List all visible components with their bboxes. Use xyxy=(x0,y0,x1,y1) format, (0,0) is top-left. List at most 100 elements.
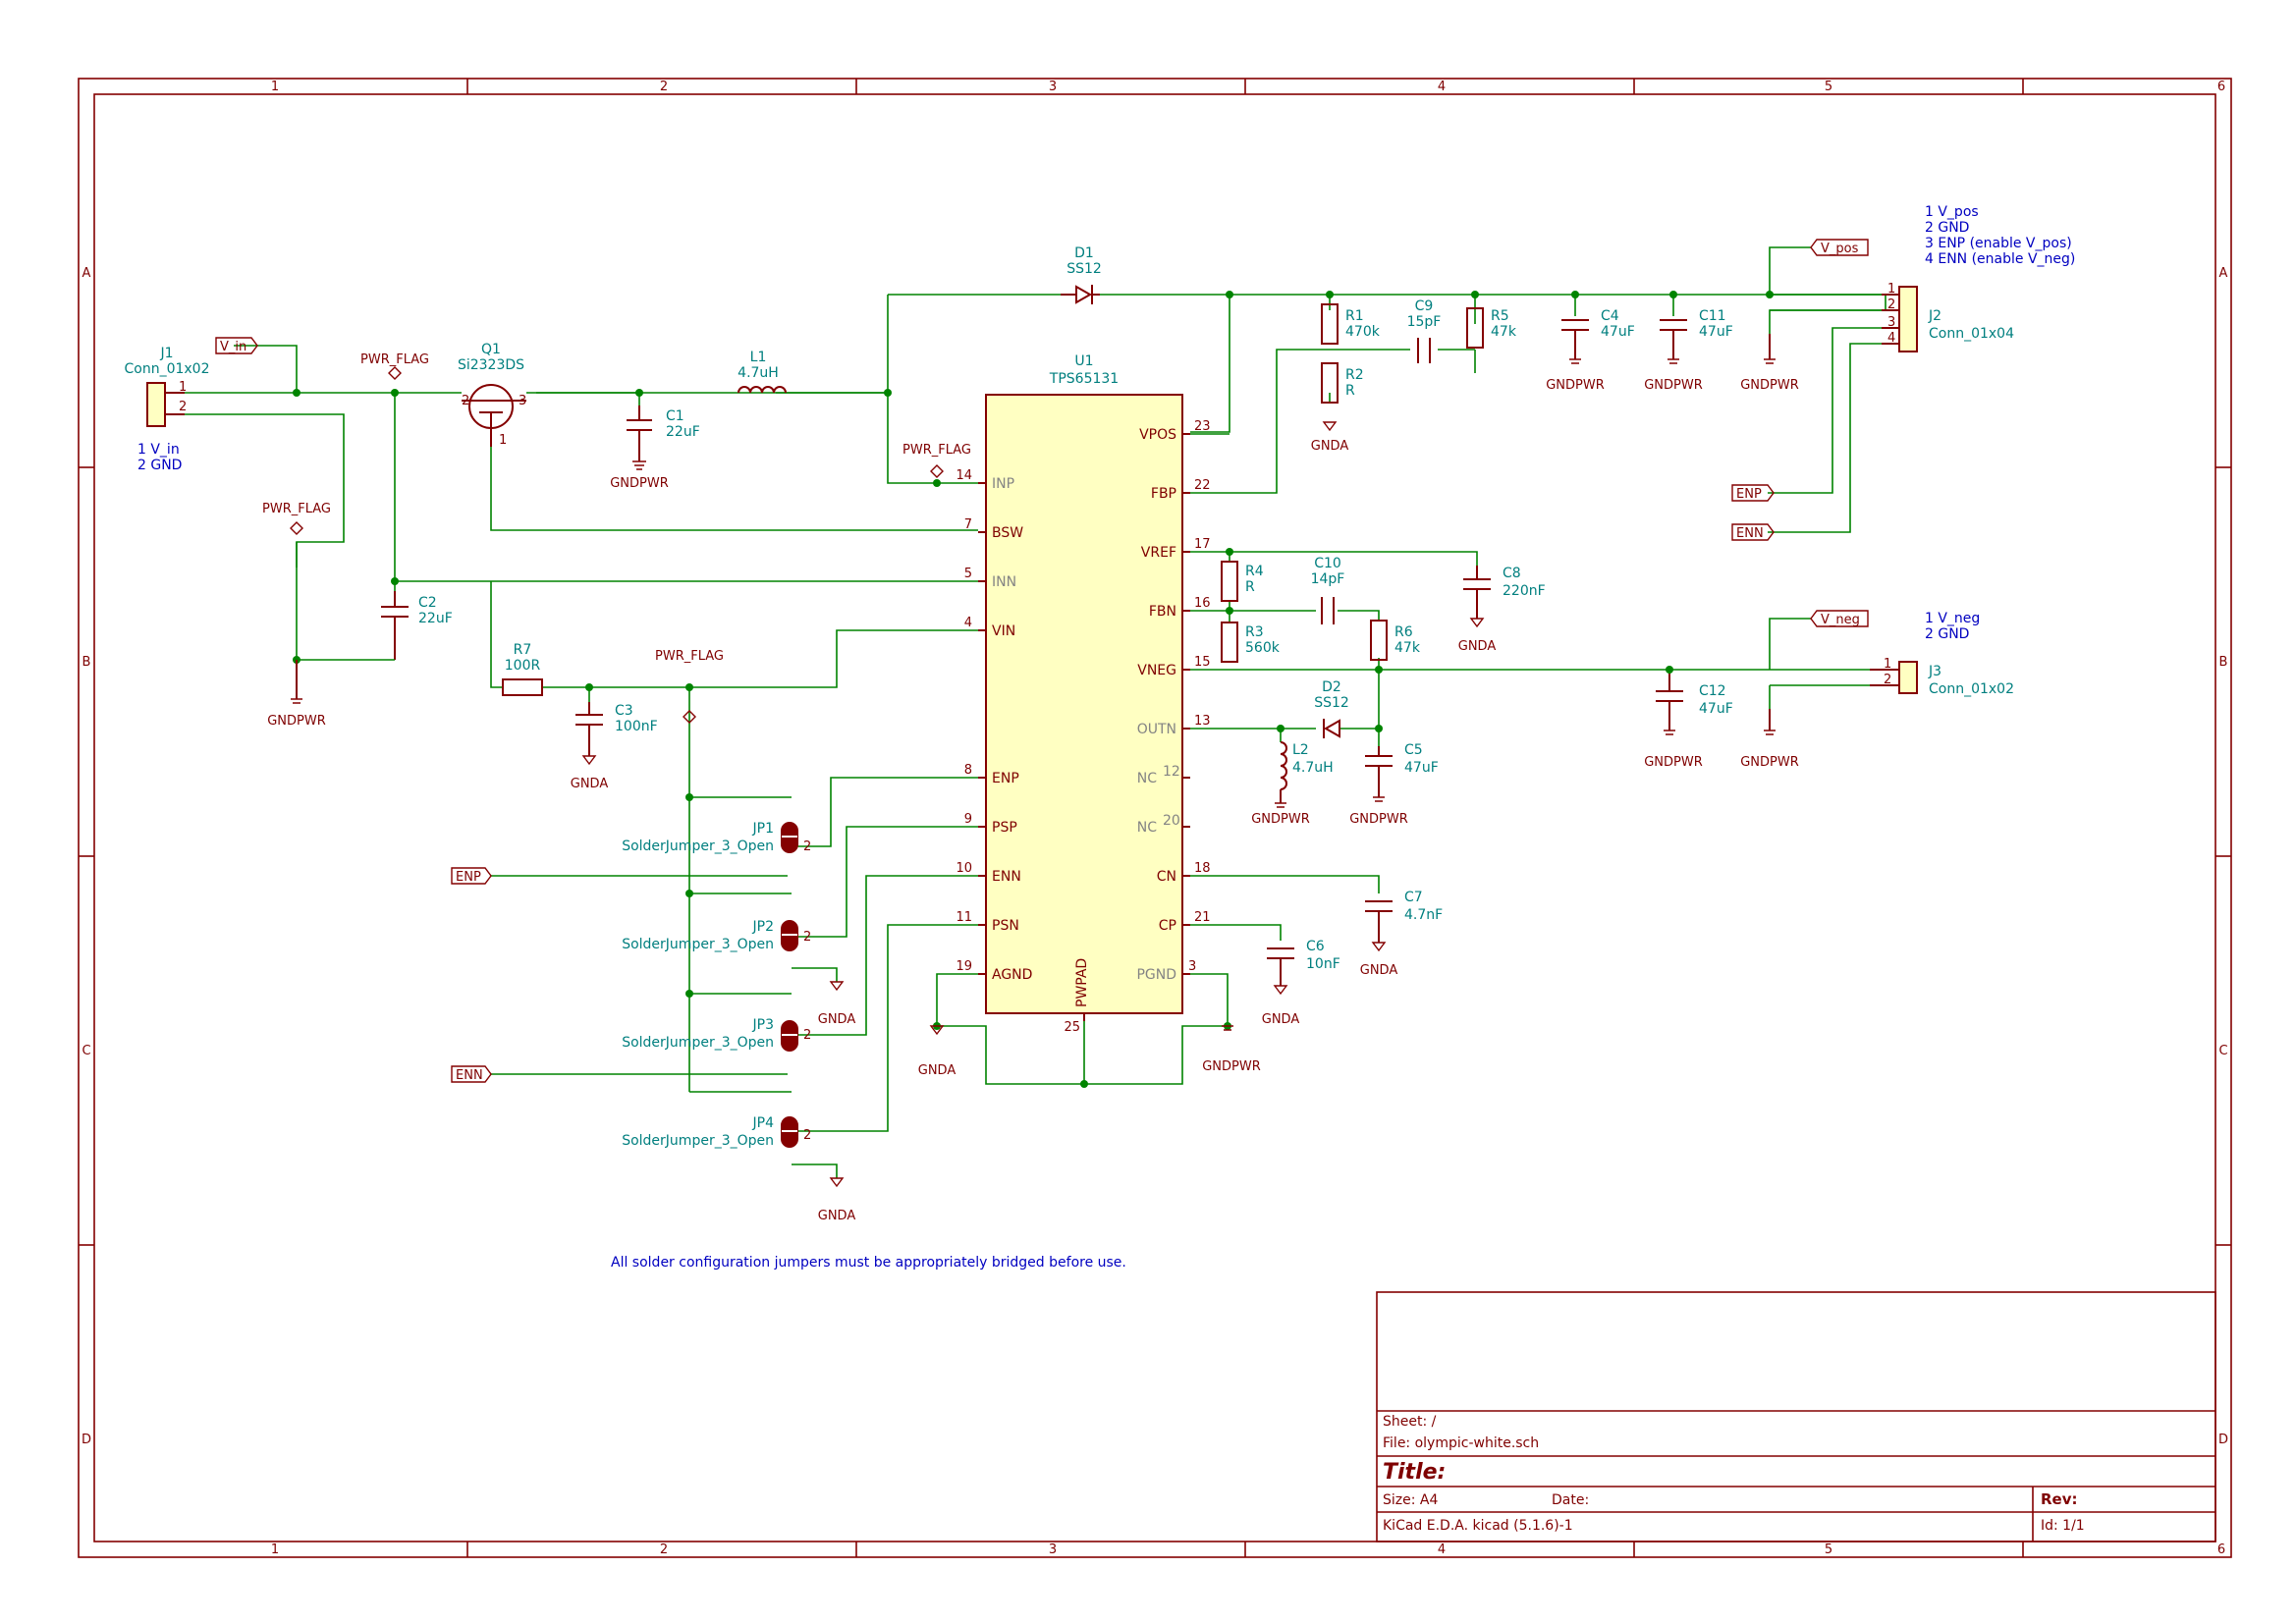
label-v-neg: V_neg xyxy=(1810,610,1869,627)
title-block: Sheet: / File: olympic-white.sch Title: … xyxy=(1376,1291,2216,1542)
title-block-rev: Rev: xyxy=(2041,1490,2078,1508)
j1-pin-2: 2 xyxy=(179,400,187,414)
jp2-pin-2: 2 xyxy=(803,930,811,945)
schematic-sheet: 1 2 3 4 5 6 1 2 3 4 5 6 A B C D A B C D xyxy=(78,78,2232,1558)
r3-value: 560k xyxy=(1245,640,1281,656)
c2-ref: C2 xyxy=(418,595,437,611)
r5-ref: R5 xyxy=(1491,308,1509,324)
jp1-ref: JP1 xyxy=(752,821,774,837)
d2-value: SS12 xyxy=(1314,695,1349,711)
label-enn-right: ENN xyxy=(1731,523,1775,541)
frame-row-a-right: A xyxy=(2219,266,2228,281)
u1-pin-9-num: 9 xyxy=(964,812,972,827)
gnd-pgnd: GNDPWR xyxy=(1202,1059,1261,1074)
l2-ref: L2 xyxy=(1292,742,1309,758)
d2-ref: D2 xyxy=(1322,679,1341,695)
title-block-title: Title: xyxy=(1383,1460,1446,1485)
c9-ref: C9 xyxy=(1415,298,1434,314)
c1-ref: C1 xyxy=(666,408,684,424)
j2-desc-2: 2 GND xyxy=(1925,220,1969,236)
r7-value: 100R xyxy=(505,658,541,674)
label-v-pos-text: V_pos xyxy=(1821,242,1859,256)
connector-j1: J1 Conn_01x02 1 2 1 V_in 2 GND xyxy=(124,346,209,473)
c3-gnd: GNDA xyxy=(571,777,609,791)
title-block-id: Id: 1/1 xyxy=(2041,1518,2085,1534)
title-block-date: Date: xyxy=(1552,1492,1589,1508)
j1-desc-1: 1 V_in xyxy=(137,442,180,458)
inductor-l2: L2 4.7uH GNDPWR xyxy=(1251,741,1334,827)
u1-pin-14-name: INP xyxy=(992,476,1014,492)
c5-value: 47uF xyxy=(1404,760,1439,776)
u1-pin-4-name: VIN xyxy=(992,623,1015,639)
jp3-ref: JP3 xyxy=(752,1017,774,1033)
frame-col-4-bottom: 4 xyxy=(1438,1542,1446,1557)
frame-col-6-bottom: 6 xyxy=(2217,1542,2225,1557)
c10-value: 14pF xyxy=(1311,571,1345,587)
u1-ref: U1 xyxy=(1074,353,1093,369)
title-block-sheet: Sheet: / xyxy=(1383,1414,1437,1430)
label-v-pos: V_pos xyxy=(1810,239,1869,256)
u1-pin-20-name: NC xyxy=(1137,820,1157,836)
c12-ref: C12 xyxy=(1699,683,1726,699)
d1-value: SS12 xyxy=(1066,261,1102,277)
c5-gnd: GNDPWR xyxy=(1349,812,1408,827)
c11-ref: C11 xyxy=(1699,308,1726,324)
label-v-neg-text: V_neg xyxy=(1821,613,1860,627)
pwr-flag-1: PWR_FLAG xyxy=(360,352,429,380)
r1-value: 470k xyxy=(1345,324,1381,340)
r4-value: R xyxy=(1245,579,1255,595)
capacitor-c3: C3 100nF GNDA xyxy=(571,702,658,791)
c6-value: 10nF xyxy=(1306,956,1340,972)
c7-value: 4.7nF xyxy=(1404,907,1443,923)
r2-gnd: GNDA xyxy=(1311,439,1349,454)
c6-gnd: GNDA xyxy=(1262,1012,1300,1027)
j2-value: Conn_01x04 xyxy=(1929,326,2014,342)
j3-ref: J3 xyxy=(1928,664,1941,679)
jumper-jp3: JP3 SolderJumper_3_Open 2 xyxy=(622,1017,811,1052)
r7-ref: R7 xyxy=(514,642,532,658)
r6-ref: R6 xyxy=(1394,624,1413,640)
u1-pin-5-num: 5 xyxy=(964,567,972,581)
frame-row-c-left: C xyxy=(82,1044,90,1058)
u1-pin-22-name: FBP xyxy=(1151,486,1176,502)
frame-col-1-top: 1 xyxy=(271,80,279,94)
c11-gnd: GNDPWR xyxy=(1644,378,1703,393)
gnd-pgnd-label: GNDPWR xyxy=(1202,1059,1261,1074)
j2-desc-1: 1 V_pos xyxy=(1925,204,1979,220)
j3-value: Conn_01x02 xyxy=(1929,681,2014,697)
j3-desc-2: 2 GND xyxy=(1925,626,1969,642)
r2-value: R xyxy=(1345,383,1355,399)
gnd-j1-label: GNDPWR xyxy=(267,714,326,729)
frame-row-d-right: D xyxy=(2218,1433,2228,1447)
j2-ref: J2 xyxy=(1928,308,1941,324)
connector-j2: 1 2 3 4 J2 Conn_01x04 1 V_pos 2 GND 3 EN… xyxy=(1882,204,2075,352)
j2-pin-2: 2 xyxy=(1887,298,1895,312)
pwr-flag-4-label: PWR_FLAG xyxy=(655,649,724,664)
pwr-flag-2: PWR_FLAG xyxy=(262,502,331,535)
j2-desc-4: 4 ENN (enable V_neg) xyxy=(1925,251,2075,267)
j1-desc-2: 2 GND xyxy=(137,458,182,473)
c7-ref: C7 xyxy=(1404,890,1423,905)
frame-col-4-top: 4 xyxy=(1438,80,1446,94)
capacitor-c9: C9 15pF xyxy=(1407,298,1441,363)
jp2-gnd: GNDA xyxy=(818,1012,856,1027)
capacitor-c5: C5 47uF GNDPWR xyxy=(1349,742,1439,827)
c8-gnd: GNDA xyxy=(1458,639,1497,654)
title-block-size: Size: A4 xyxy=(1383,1492,1438,1508)
u1-pin-13-num: 13 xyxy=(1194,714,1211,729)
c12-value: 47uF xyxy=(1699,701,1733,717)
capacitor-c6: C6 10nF GNDA xyxy=(1262,939,1340,1027)
c5-ref: C5 xyxy=(1404,742,1423,758)
label-enp-left-text: ENP xyxy=(456,870,481,885)
u1-pin-17-num: 17 xyxy=(1194,537,1211,552)
u1-pin-12-name: NC xyxy=(1137,771,1157,786)
jp1-pin-2: 2 xyxy=(803,839,811,854)
jumper-jp1: JP1 SolderJumper_3_Open 2 xyxy=(622,821,811,854)
gnd-j3-label: GNDPWR xyxy=(1740,755,1799,770)
connector-j3: 1 2 J3 Conn_01x02 1 V_neg 2 GND xyxy=(1870,611,2014,697)
title-block-file: File: olympic-white.sch xyxy=(1383,1435,1539,1451)
u1-pin-16-name: FBN xyxy=(1149,604,1176,620)
capacitor-c2: C2 22uF xyxy=(297,591,453,661)
jp4-value: SolderJumper_3_Open xyxy=(622,1133,774,1149)
c10-ref: C10 xyxy=(1314,556,1341,571)
